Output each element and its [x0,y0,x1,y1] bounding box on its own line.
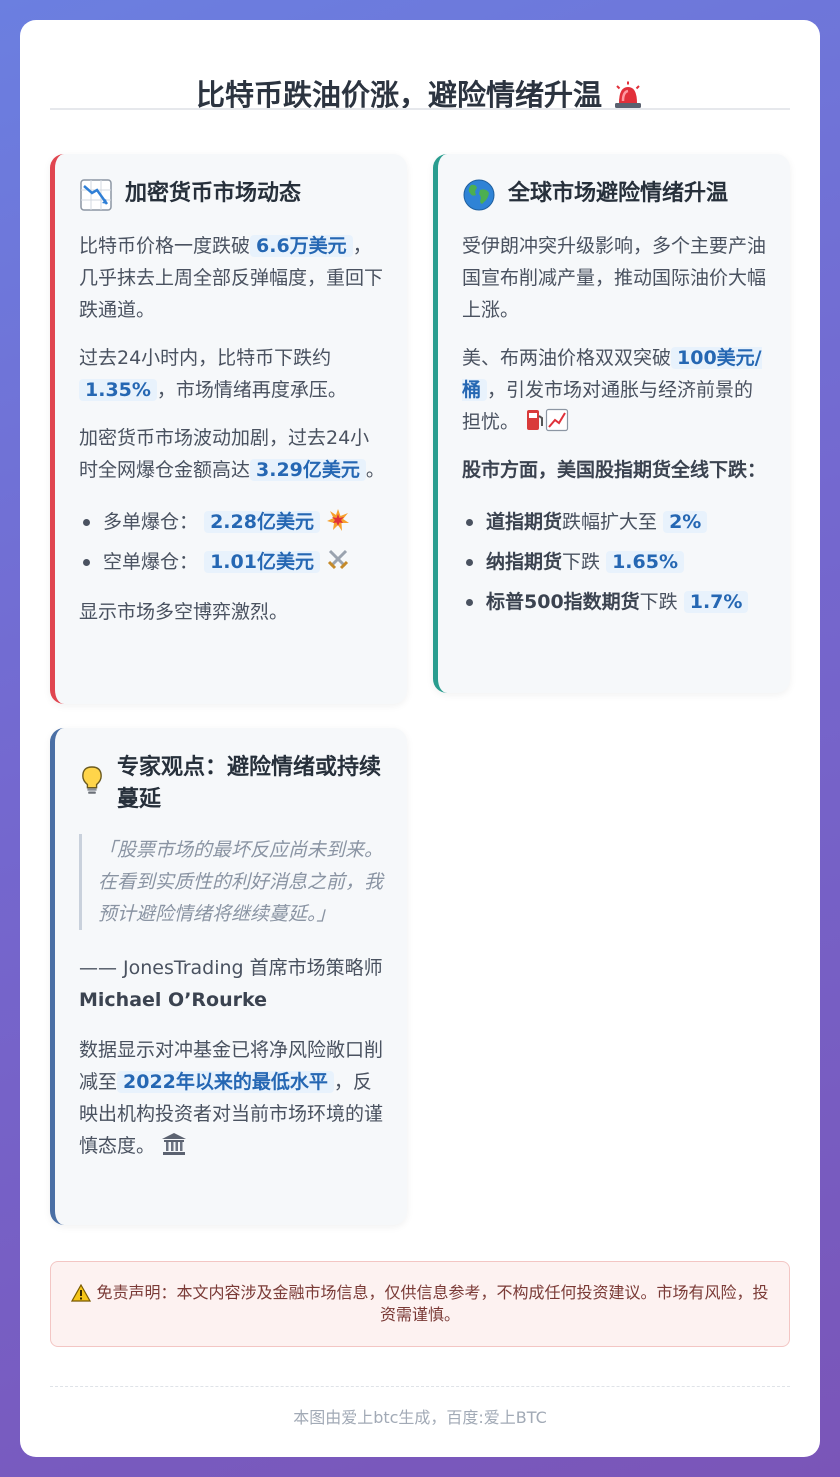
crypto-panel-header: 加密货币市场动态 [79,178,385,212]
expert-name: Michael O’Rourke [79,989,268,1011]
crypto-paragraph-1: 比特币价格一度跌破 6.6万美元 ，几乎抹去上周全部反弹幅度，重回下跌通道。 [79,235,384,321]
expert-quote: 「股票市场的最坏反应尚未到来。在看到实质性的利好消息之前，我预计避险情绪将继续蔓… [79,834,385,930]
liquidation-list: 多单爆仓： 2.28亿美元 空单爆仓： 1.01亿美元 [79,502,385,582]
global-paragraph-1: 受伊朗冲突升级影响，多个主要产油国宣布削减产量，推动国际油价大幅上涨。 [462,235,767,321]
global-paragraph-2: 美、布两油价格双双突破 100美元/桶 ，引发市场对通胀与经济前景的担忧。 [462,347,762,433]
footer-text: 本图由爱上btc生成，百度:爱上BTC [293,1408,547,1427]
main-card: 比特币跌油价涨，避险情绪升温 加密货币市场动态 比特币价格一度跌破 6.6万美元… [20,20,820,1457]
chart-increasing-icon [545,408,569,432]
list-item: 标普500指数期货下跌 1.7% [462,582,768,622]
bank-icon [162,1133,187,1155]
chart-decreasing-icon [80,179,112,211]
list-item: 空单爆仓： 1.01亿美元 [79,542,385,582]
global-heading: 全球市场避险情绪升温 [508,181,729,206]
footer-divider [50,1386,790,1387]
crypto-paragraph-3: 加密货币市场波动加剧，过去24小时全网爆仓金额高达 3.29亿美元。 [79,427,385,481]
expert-panel-header: 专家观点：避险情绪或持续蔓延 [79,752,385,816]
page-title-text: 比特币跌油价涨，避险情绪升温 [195,78,602,112]
crossed-swords-icon [327,549,349,570]
futures-list: 道指期货跌幅扩大至 2% 纳指期货下跌 1.65% 标普500指数期货下跌 1.… [462,502,768,622]
title-divider [50,108,790,110]
warning-icon [71,1284,92,1302]
expert-paragraph: 数据显示对冲基金已将净风险敞口削减至 2022年以来的最低水平 ，反映出机构投资者对… [79,1039,384,1157]
expert-heading: 专家观点：避险情绪或持续蔓延 [117,755,382,812]
expert-panel: 专家观点：避险情绪或持续蔓延 「股票市场的最坏反应尚未到来。在看到实质性的利好消… [50,728,407,1225]
fuel-pump-icon [527,410,544,430]
btc-drop-highlight: 1.35% [79,379,157,401]
collision-icon [327,509,349,531]
global-panel-header: 全球市场避险情绪升温 [462,178,768,212]
global-paragraph-3: 股市方面，美国股指期货全线下跌： [462,459,767,481]
list-item: 多单爆仓： 2.28亿美元 [79,502,385,542]
crypto-paragraph-4: 显示市场多空博弈激烈。 [79,601,289,623]
disclaimer-text: 免责声明：本文内容涉及金融市场信息，仅供信息参考，不构成任何投资建议。市场有风险… [96,1283,769,1324]
expert-attribution: —— JonesTrading 首席市场策略师 Michael O’Rourke [79,957,383,1011]
globe-icon [463,179,495,211]
btc-price-highlight: 6.6万美元 [250,235,353,257]
page-title: 比特币跌油价涨，避险情绪升温 [50,72,790,118]
crypto-panel: 加密货币市场动态 比特币价格一度跌破 6.6万美元 ，几乎抹去上周全部反弹幅度，重回… [50,154,407,704]
disclaimer-box: 免责声明：本文内容涉及金融市场信息，仅供信息参考，不构成任何投资建议。市场有风险… [50,1261,790,1347]
global-panel: 全球市场避险情绪升温 受伊朗冲突升级影响，多个主要产油国宣布削减产量，推动国际油… [433,154,790,693]
list-item: 道指期货跌幅扩大至 2% [462,502,768,542]
crypto-heading: 加密货币市场动态 [125,181,302,206]
list-item: 纳指期货下跌 1.65% [462,542,768,582]
risk-exposure-highlight: 2022年以来的最低水平 [117,1071,334,1093]
crypto-paragraph-2: 过去24小时内，比特币下跌约1.35% ，市场情绪再度承压。 [79,347,347,401]
siren-icon [615,81,642,108]
liquidation-total-highlight: 3.29亿美元 [250,459,366,481]
light-bulb-icon [82,766,102,794]
